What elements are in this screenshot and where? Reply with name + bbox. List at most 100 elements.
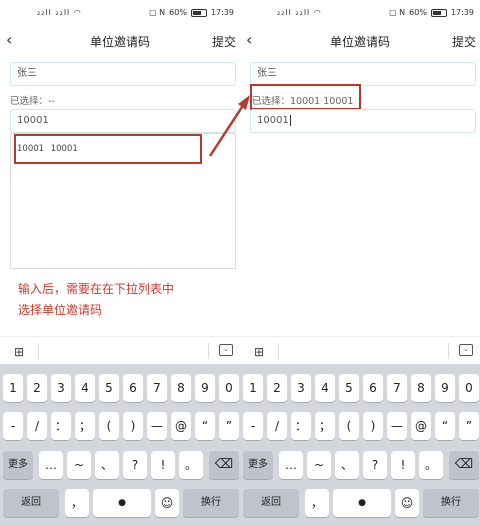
backspace-icon[interactable]: ⌫	[449, 451, 479, 479]
invite-code-input[interactable]: 10001	[250, 109, 476, 133]
key[interactable]: 8	[171, 374, 191, 402]
clock: 17:39	[210, 8, 234, 17]
key[interactable]: 3	[51, 374, 71, 402]
key[interactable]: ~	[307, 451, 331, 479]
more-key[interactable]: 更多	[3, 451, 33, 479]
key[interactable]: 0	[459, 374, 479, 402]
invite-code-input[interactable]: 10001	[10, 109, 236, 133]
more-key[interactable]: 更多	[243, 451, 273, 479]
key[interactable]: “	[435, 412, 455, 440]
key[interactable]: -	[243, 412, 263, 440]
keyboard-row-bottom: 返回 ， ● ☺ 换行	[0, 489, 240, 517]
page-title: 单位邀请码	[329, 35, 390, 49]
return-key[interactable]: 返回	[243, 489, 299, 517]
key[interactable]: ：	[291, 412, 311, 440]
battery-percent: 60%	[169, 8, 187, 17]
battery-percent: 60%	[409, 8, 427, 17]
key[interactable]: …	[39, 451, 63, 479]
key[interactable]: —	[147, 412, 167, 440]
keyboard-collapse-icon[interactable]: ⌄	[219, 344, 233, 356]
key[interactable]: ；	[75, 412, 95, 440]
highlight-box-dropdown	[14, 134, 202, 164]
key[interactable]: 8	[411, 374, 431, 402]
key[interactable]: 7	[387, 374, 407, 402]
key[interactable]: (	[339, 412, 359, 440]
instruction-line-2: 选择单位邀请码	[18, 303, 103, 317]
key[interactable]: /	[27, 412, 47, 440]
key[interactable]: ，	[305, 489, 329, 517]
name-field[interactable]: 张三	[10, 62, 236, 86]
key[interactable]: !	[391, 451, 415, 479]
microphone-icon[interactable]: ●	[93, 489, 151, 517]
key[interactable]: -	[3, 412, 23, 440]
nav-bar: ‹ 单位邀请码 提交	[240, 28, 480, 54]
key[interactable]: 1	[243, 374, 263, 402]
return-key[interactable]: 返回	[3, 489, 59, 517]
emoji-icon[interactable]: ☺	[155, 489, 179, 517]
key[interactable]: 1	[3, 374, 23, 402]
text-cursor	[289, 114, 291, 126]
key[interactable]: ：	[51, 412, 71, 440]
keyboard-collapse-icon[interactable]: ⌄	[459, 344, 473, 356]
status-bar: ₂₂ll ₂₂ll ◠ ▢ N 60% 17:39	[240, 0, 480, 28]
clock: 17:39	[450, 8, 474, 17]
key[interactable]: 。	[179, 451, 203, 479]
numeric-keyboard: 1 2 3 4 5 6 7 8 9 0 - / ： ； ( ) — @ “ ” …	[240, 364, 480, 526]
newline-key[interactable]: 换行	[423, 489, 479, 517]
keyboard-toolbar: ⊞ ⌄	[0, 336, 240, 364]
submit-button[interactable]: 提交	[212, 33, 236, 50]
newline-key[interactable]: 换行	[183, 489, 239, 517]
battery-icon	[430, 8, 447, 17]
keyboard-row-bottom: 返回 ， ● ☺ 换行	[240, 489, 480, 517]
submit-button[interactable]: 提交	[452, 33, 476, 50]
key[interactable]: 9	[195, 374, 215, 402]
keyboard-row-symbols: - / ： ； ( ) — @ “ ”	[0, 412, 240, 440]
emoji-icon[interactable]: ☺	[395, 489, 419, 517]
keyboard-grid-icon[interactable]: ⊞	[14, 345, 24, 359]
key[interactable]: 4	[75, 374, 95, 402]
key[interactable]: ，	[65, 489, 89, 517]
key[interactable]: ；	[315, 412, 335, 440]
name-field[interactable]: 张三	[250, 62, 476, 86]
key[interactable]: …	[279, 451, 303, 479]
key[interactable]: 、	[335, 451, 359, 479]
nfc-vibrate-icons: ▢ N	[149, 8, 166, 17]
key[interactable]: )	[123, 412, 143, 440]
backspace-icon[interactable]: ⌫	[209, 451, 239, 479]
microphone-icon[interactable]: ●	[333, 489, 391, 517]
keyboard-row-digits: 1 2 3 4 5 6 7 8 9 0	[240, 374, 480, 402]
key[interactable]: /	[267, 412, 287, 440]
key[interactable]: ”	[459, 412, 479, 440]
key[interactable]: 7	[147, 374, 167, 402]
key[interactable]: ”	[219, 412, 239, 440]
keyboard-row-digits: 1 2 3 4 5 6 7 8 9 0	[0, 374, 240, 402]
key[interactable]: (	[99, 412, 119, 440]
key[interactable]: 、	[95, 451, 119, 479]
key[interactable]: ?	[363, 451, 387, 479]
nav-bar: ‹ 单位邀请码 提交	[0, 28, 240, 54]
key[interactable]: “	[195, 412, 215, 440]
key[interactable]: ~	[67, 451, 91, 479]
key[interactable]: 6	[123, 374, 143, 402]
key[interactable]: 6	[363, 374, 383, 402]
signal-icons: ₂₂ll ₂₂ll ◠	[277, 8, 322, 17]
keyboard-grid-icon[interactable]: ⊞	[254, 345, 264, 359]
key[interactable]: 4	[315, 374, 335, 402]
battery-icon	[190, 8, 207, 17]
key[interactable]: @	[171, 412, 191, 440]
numeric-keyboard: 1 2 3 4 5 6 7 8 9 0 - / ： ； ( ) — @ “ ” …	[0, 364, 240, 526]
key[interactable]: 2	[267, 374, 287, 402]
key[interactable]: @	[411, 412, 431, 440]
key[interactable]: —	[387, 412, 407, 440]
key[interactable]: 3	[291, 374, 311, 402]
status-bar: ₂₂ll ₂₂ll ◠ ▢ N 60% 17:39	[0, 0, 240, 28]
key[interactable]: 5	[99, 374, 119, 402]
key[interactable]: )	[363, 412, 383, 440]
key[interactable]: 。	[419, 451, 443, 479]
key[interactable]: 9	[435, 374, 455, 402]
key[interactable]: 5	[339, 374, 359, 402]
key[interactable]: 0	[219, 374, 239, 402]
key[interactable]: ?	[123, 451, 147, 479]
key[interactable]: 2	[27, 374, 47, 402]
key[interactable]: !	[151, 451, 175, 479]
